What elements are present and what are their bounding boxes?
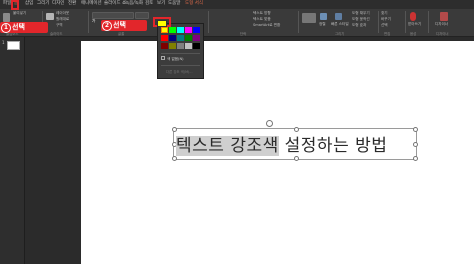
color-swatch[interactable] (177, 35, 184, 41)
color-swatch[interactable] (169, 43, 176, 49)
quick-styles-icon[interactable] (335, 13, 342, 20)
menu-draw[interactable]: 그리기 (37, 1, 49, 7)
color-swatch[interactable] (185, 35, 192, 41)
color-swatch[interactable] (193, 27, 200, 33)
callout-badge-1: 1 선택 (0, 22, 48, 33)
ribbon-separator (298, 11, 299, 33)
resize-handle[interactable] (413, 156, 418, 161)
ribbon-separator (378, 11, 379, 33)
microphone-icon[interactable] (410, 12, 416, 21)
callout-home-tab-box (11, 0, 19, 10)
ribbon-separator (88, 11, 89, 33)
quick-styles-button[interactable]: 빠른 스타일 (331, 22, 349, 27)
color-swatch[interactable] (161, 43, 168, 49)
menu-animations[interactable]: 애니메이션 (81, 1, 102, 7)
resize-handle[interactable] (413, 142, 418, 147)
ribbon-separator (405, 11, 406, 33)
menu-view[interactable]: 보기 (157, 1, 165, 7)
callout-badge-2: 2 선택 (101, 20, 147, 31)
menu-record[interactable]: 녹음/녹화 (125, 1, 143, 7)
reset-button[interactable]: 원래대로 (56, 17, 69, 22)
palette-divider (161, 65, 200, 66)
no-color-icon[interactable] (161, 56, 165, 60)
color-swatch[interactable] (193, 43, 200, 49)
group-designer-label: 디자이너 (436, 32, 449, 36)
color-swatch[interactable] (169, 27, 176, 33)
color-swatch[interactable] (169, 35, 176, 41)
arrange-button[interactable]: 정렬 (319, 22, 326, 27)
slide-thumbnail-panel (0, 37, 25, 264)
resize-handle[interactable] (172, 156, 177, 161)
menu-design[interactable]: 디자인 (52, 1, 64, 7)
font-size-select[interactable] (135, 12, 149, 19)
color-swatch[interactable] (185, 27, 192, 33)
ribbon: 붙여넣기 클립보드 레이아웃 원래대로 구역 슬라이드 가 글꼴 텍스트 방향 … (0, 9, 474, 37)
smartart-button[interactable]: SmartArt로 변환 (253, 23, 280, 28)
menu-shape-format[interactable]: 도형 서식 (185, 1, 203, 7)
color-swatch[interactable] (161, 27, 168, 33)
color-swatch[interactable] (161, 35, 168, 41)
shapes-gallery-icon[interactable] (302, 13, 316, 23)
menu-help[interactable]: 도움말 (168, 1, 180, 7)
shape-fill-button[interactable]: 도형 채우기 (352, 11, 370, 16)
select-button[interactable]: 선택 (381, 23, 388, 28)
shape-effects-button[interactable]: 도형 효과 (352, 23, 366, 28)
new-slide-icon[interactable] (46, 13, 54, 20)
slide-number: 1 (2, 40, 5, 45)
bold-icon[interactable]: 가 (92, 19, 95, 24)
text-direction-button[interactable]: 텍스트 방향 (253, 11, 271, 16)
group-editing-label: 편집 (384, 32, 391, 36)
menu-bar: 파일 홈 삽입 그리기 디자인 전환 애니메이션 슬라이드 쇼 녹음/녹화 검토… (0, 0, 474, 9)
group-slides-label: 슬라이드 (50, 32, 63, 36)
more-colors-option[interactable]: 다른 강조 색(M)... (166, 69, 193, 74)
palette-divider (161, 53, 200, 54)
menu-review[interactable]: 검토 (145, 1, 153, 7)
replace-button[interactable]: 바꾸기 (381, 17, 391, 22)
color-swatch[interactable] (177, 43, 184, 49)
callout-label: 선택 (113, 21, 126, 29)
slide-thumbnail[interactable] (7, 41, 20, 50)
menu-transitions[interactable]: 전환 (68, 1, 76, 7)
designer-icon[interactable] (440, 12, 448, 21)
plain-text: 설정하는 방법 (278, 136, 388, 156)
color-swatch[interactable] (185, 43, 192, 49)
menu-insert[interactable]: 삽입 (25, 1, 33, 7)
find-button[interactable]: 찾기 (381, 11, 388, 16)
slide-text[interactable]: 텍스트 강조색 설정하는 방법 (176, 131, 387, 156)
rotate-handle-icon[interactable] (266, 120, 273, 127)
color-swatch[interactable] (193, 35, 200, 41)
no-color-option[interactable]: 색 없음(N) (167, 57, 184, 62)
color-swatch[interactable] (177, 27, 184, 33)
text-highlight-color-icon[interactable] (157, 20, 167, 27)
dictate-button[interactable]: 받아쓰기 (408, 22, 421, 27)
group-drawing-label: 그리기 (335, 32, 345, 36)
callout-label: 선택 (12, 23, 25, 31)
callout-number: 2 (102, 21, 112, 31)
highlight-color-palette: 색 없음(N) 다른 강조 색(M)... (157, 23, 204, 79)
paste-icon[interactable] (3, 13, 10, 22)
layout-button[interactable]: 레이아웃 (56, 11, 69, 16)
callout-number: 1 (1, 23, 11, 33)
shape-outline-button[interactable]: 도형 윤곽선 (352, 17, 370, 22)
ribbon-separator (208, 11, 209, 33)
highlighted-text: 텍스트 강조색 (176, 136, 279, 156)
group-paragraph-label: 단락 (240, 32, 247, 36)
arrange-icon[interactable] (320, 13, 327, 20)
ribbon-separator (428, 11, 429, 33)
designer-button[interactable]: 디자이너 (435, 22, 448, 27)
group-font-label: 글꼴 (118, 32, 125, 36)
resize-handle[interactable] (413, 127, 418, 132)
group-voice-label: 음성 (410, 32, 417, 36)
align-text-button[interactable]: 텍스트 맞춤 (253, 17, 271, 22)
resize-handle[interactable] (294, 156, 299, 161)
menu-slideshow[interactable]: 슬라이드 쇼 (104, 1, 126, 7)
font-name-select[interactable] (92, 12, 134, 19)
section-button[interactable]: 구역 (56, 23, 63, 28)
paste-label[interactable]: 붙여넣기 (13, 11, 26, 16)
